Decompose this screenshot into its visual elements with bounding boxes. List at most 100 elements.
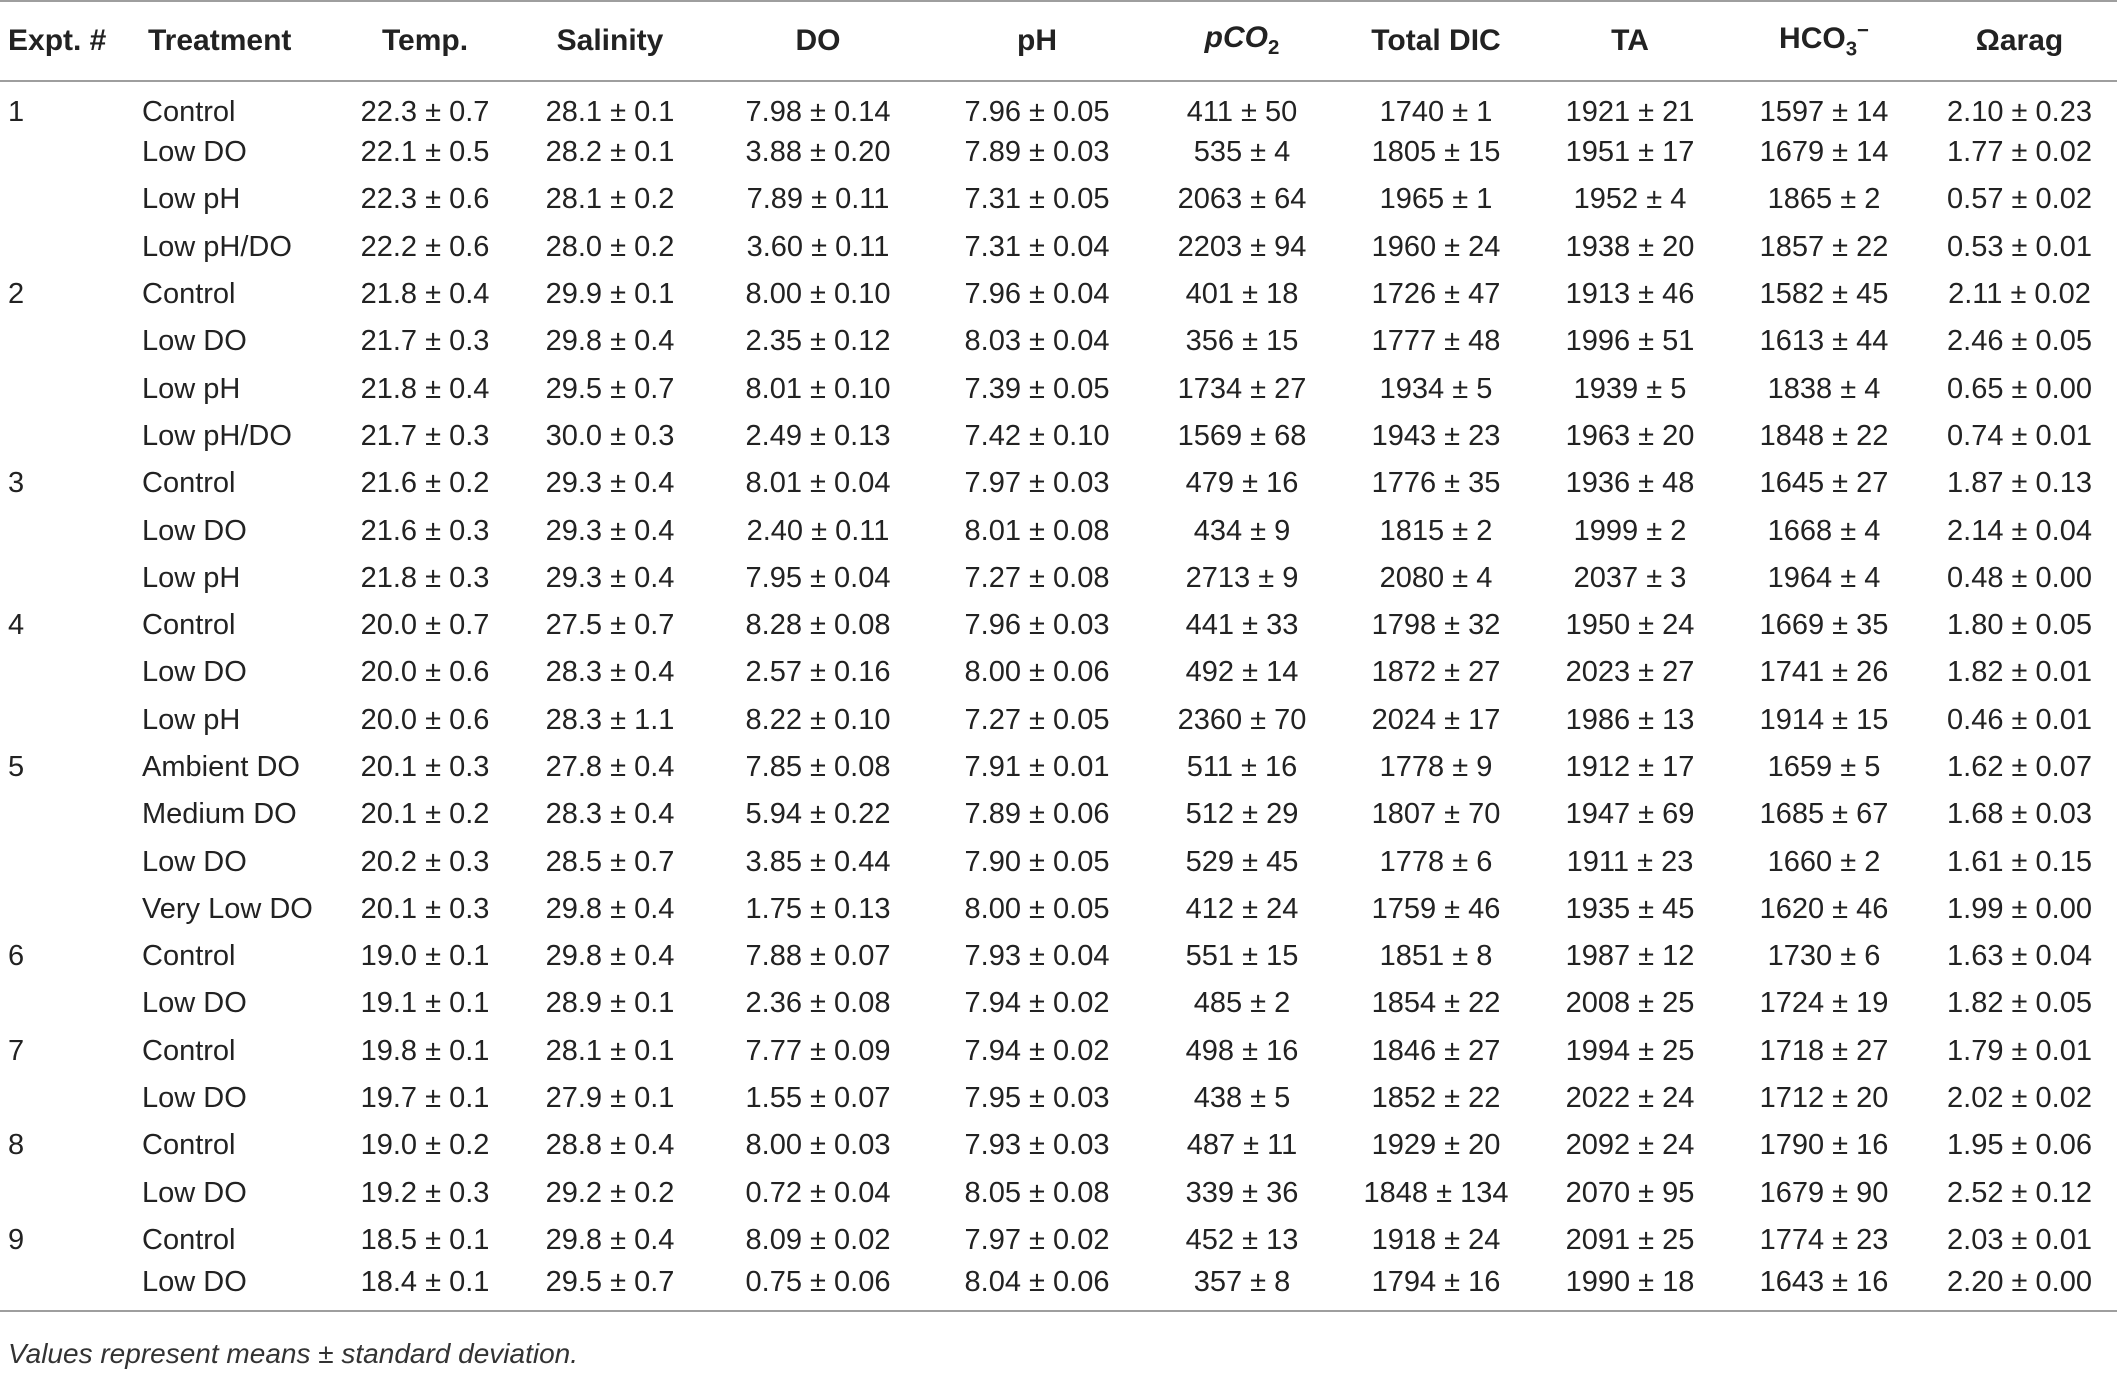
- cell-do: 2.35 ± 0.12: [745, 325, 891, 358]
- cell-expt: [0, 791, 140, 838]
- table-row: Low pH 21.8 ± 0.4 29.5 ± 0.7 8.01 ± 0.10 7.3…: [0, 365, 2117, 412]
- cell-salinity: 28.1 ± 0.2: [545, 183, 675, 216]
- cell-hco3: 1613 ± 44: [1759, 325, 1889, 358]
- cell-omega: 1.82 ± 0.01: [1947, 656, 2092, 689]
- water-chemistry-table: Expt. # Treatment Temp. Salinity DO pH p…: [0, 0, 2117, 1313]
- cell-temp: 19.7 ± 0.1: [360, 1082, 490, 1115]
- cell-do: 2.57 ± 0.16: [745, 656, 891, 689]
- cell-ph: 7.96 ± 0.05: [964, 96, 1110, 128]
- table-row: Low DO 20.2 ± 0.3 28.5 ± 0.7 3.85 ± 0.44 7.9…: [0, 838, 2117, 885]
- cell-pco2: 529 ± 45: [1185, 845, 1299, 878]
- cell-salinity: 29.9 ± 0.1: [545, 278, 675, 311]
- cell-temp: 19.0 ± 0.1: [360, 940, 490, 973]
- cell-pco2: 535 ± 4: [1193, 136, 1291, 169]
- table-row: 2 Control 21.8 ± 0.4 29.9 ± 0.1 8.00 ± 0.10 7…: [0, 271, 2117, 318]
- cell-ta: 1994 ± 25: [1565, 1034, 1695, 1067]
- cell-dic: 1943 ± 23: [1371, 419, 1501, 452]
- header-ph: pH: [928, 0, 1146, 82]
- cell-treatment: Low pH: [142, 183, 241, 216]
- cell-omega: 1.87 ± 0.13: [1947, 467, 2092, 500]
- cell-pco2: 1569 ± 68: [1177, 419, 1307, 452]
- cell-temp: 20.1 ± 0.2: [360, 798, 490, 831]
- cell-expt: [0, 838, 140, 885]
- cell-do: 7.88 ± 0.07: [745, 940, 891, 973]
- header-hco3-sub: 3: [1845, 38, 1858, 61]
- cell-dic: 1965 ± 1: [1379, 183, 1493, 216]
- cell-hco3: 1712 ± 20: [1759, 1082, 1889, 1115]
- cell-hco3: 1685 ± 67: [1759, 798, 1889, 831]
- cell-ph: 7.89 ± 0.06: [964, 798, 1110, 831]
- cell-salinity: 29.8 ± 0.4: [545, 325, 675, 358]
- cell-dic: 1918 ± 24: [1371, 1223, 1501, 1256]
- header-row: Expt. # Treatment Temp. Salinity DO pH p…: [0, 0, 2117, 82]
- cell-omega: 1.79 ± 0.01: [1947, 1034, 2092, 1067]
- cell-ta: 2008 ± 25: [1565, 987, 1695, 1020]
- cell-temp: 22.3 ± 0.7: [360, 96, 490, 128]
- cell-treatment: Control: [142, 1034, 236, 1067]
- cell-do: 3.88 ± 0.20: [745, 136, 891, 169]
- cell-omega: 2.14 ± 0.04: [1947, 514, 2092, 547]
- table-row: Low DO 19.1 ± 0.1 28.9 ± 0.1 2.36 ± 0.08 7.9…: [0, 980, 2117, 1027]
- cell-expt: 8: [8, 1129, 25, 1162]
- cell-expt: [0, 129, 140, 176]
- cell-omega: 0.57 ± 0.02: [1947, 183, 2092, 216]
- cell-omega: 0.48 ± 0.00: [1947, 561, 2092, 594]
- cell-do: 7.85 ± 0.08: [745, 751, 891, 783]
- cell-dic: 1740 ± 1: [1379, 96, 1493, 128]
- cell-pco2: 441 ± 33: [1185, 609, 1299, 642]
- cell-hco3: 1668 ± 4: [1767, 514, 1881, 547]
- cell-pco2: 487 ± 11: [1186, 1129, 1298, 1162]
- table-row: Low DO 21.6 ± 0.3 29.3 ± 0.4 2.40 ± 0.11 8.0…: [0, 507, 2117, 554]
- cell-ph: 7.90 ± 0.05: [964, 845, 1110, 878]
- cell-ph: 7.93 ± 0.04: [964, 940, 1110, 973]
- cell-ph: 7.94 ± 0.02: [964, 987, 1110, 1020]
- cell-ph: 7.27 ± 0.05: [964, 703, 1110, 736]
- header-pco2: pCO2: [1146, 0, 1338, 82]
- cell-ph: 7.42 ± 0.10: [964, 419, 1110, 452]
- cell-dic: 1777 ± 48: [1371, 325, 1501, 358]
- cell-salinity: 28.3 ± 0.4: [545, 798, 675, 831]
- cell-treatment: Low DO: [142, 514, 247, 547]
- cell-omega: 1.82 ± 0.05: [1947, 987, 2092, 1020]
- cell-do: 7.98 ± 0.14: [745, 96, 891, 128]
- cell-ta: 2022 ± 24: [1565, 1082, 1695, 1115]
- cell-do: 0.75 ± 0.06: [708, 1264, 928, 1313]
- cell-ph: 7.95 ± 0.03: [964, 1082, 1110, 1115]
- header-do: DO: [708, 0, 928, 82]
- cell-omega: 1.99 ± 0.00: [1947, 892, 2092, 925]
- table-row: Medium DO 20.1 ± 0.2 28.3 ± 0.4 5.94 ± 0.22…: [0, 791, 2117, 838]
- cell-temp: 18.4 ± 0.1: [338, 1264, 512, 1313]
- cell-hco3: 1865 ± 2: [1767, 183, 1881, 216]
- cell-temp: 22.3 ± 0.6: [360, 183, 490, 216]
- cell-salinity: 29.8 ± 0.4: [545, 940, 675, 973]
- cell-omega: 0.65 ± 0.00: [1947, 372, 2092, 405]
- cell-pco2: 485 ± 2: [1193, 987, 1291, 1020]
- cell-temp: 20.1 ± 0.3: [360, 751, 490, 783]
- cell-hco3: 1659 ± 5: [1767, 751, 1881, 783]
- cell-treatment: Medium DO: [142, 798, 297, 831]
- cell-pco2: 511 ± 16: [1186, 751, 1298, 783]
- cell-ph: 8.00 ± 0.06: [964, 656, 1110, 689]
- cell-ph: 7.97 ± 0.03: [964, 467, 1110, 500]
- cell-hco3: 1679 ± 14: [1759, 136, 1889, 169]
- cell-do: 0.72 ± 0.04: [745, 1176, 891, 1209]
- cell-ta: 1939 ± 5: [1573, 372, 1687, 405]
- cell-omega: 2.52 ± 0.12: [1947, 1176, 2092, 1209]
- cell-treatment: Low pH: [142, 561, 241, 594]
- cell-expt: [0, 365, 140, 412]
- table-row: 1 Control 22.3 ± 0.7 28.1 ± 0.1 7.98 ± 0.14 7…: [0, 81, 2117, 129]
- cell-ta: 1950 ± 24: [1565, 609, 1695, 642]
- cell-expt: [0, 176, 140, 223]
- cell-dic: 1778 ± 9: [1379, 751, 1493, 783]
- table-row: Low DO 18.4 ± 0.1 29.5 ± 0.7 0.75 ± 0.06 8.0…: [0, 1264, 2117, 1313]
- cell-ph: 8.00 ± 0.05: [964, 892, 1110, 925]
- cell-do: 8.01 ± 0.04: [745, 467, 891, 500]
- cell-salinity: 29.5 ± 0.7: [512, 1264, 708, 1313]
- cell-dic: 1872 ± 27: [1371, 656, 1501, 689]
- cell-treatment: Control: [142, 1129, 236, 1162]
- cell-salinity: 29.5 ± 0.7: [545, 372, 675, 405]
- cell-treatment: Low pH: [142, 703, 241, 736]
- cell-expt: 1: [8, 96, 25, 128]
- cell-pco2: 357 ± 8: [1146, 1264, 1338, 1313]
- cell-expt: [0, 1264, 140, 1313]
